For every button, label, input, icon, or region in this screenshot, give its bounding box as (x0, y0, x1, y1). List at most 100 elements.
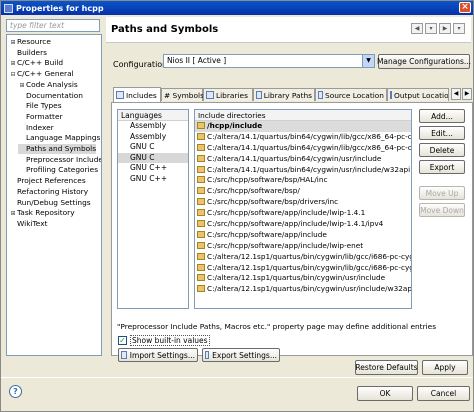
tree-item[interactable]: ⊞C/C++ Build (9, 58, 63, 68)
tree-item[interactable]: Run/Debug Settings (9, 198, 91, 208)
tree-item[interactable]: ⊞Resource (9, 37, 51, 48)
language-item[interactable]: GNU C++ (118, 174, 188, 185)
include-dir-path: C:/src/hcpp/software/app/include/lwip-1.… (207, 208, 366, 218)
include-dir-row[interactable]: C:/altera/14.1/quartus/bin64/cygwin/usr/… (195, 165, 411, 176)
tree-item-label: Language Mappings (26, 133, 101, 143)
show-builtin-checkbox[interactable]: ✓ Show built-in values (118, 335, 210, 346)
include-dir-row[interactable]: C:/src/hcpp/software/bsp/drivers/inc (195, 197, 411, 208)
tree-item[interactable]: File Types (18, 101, 62, 111)
tab-libraries[interactable]: Libraries (203, 88, 253, 101)
back-arrow-icon[interactable]: ◀ (411, 23, 423, 34)
include-dir-path: C:/altera/12.1sp1/quartus/bin/cygwin/lib… (207, 262, 412, 272)
ok-button[interactable]: OK (357, 386, 413, 401)
back-dropdown-icon[interactable]: ▾ (425, 23, 437, 34)
properties-dialog: Properties for hcpp × type filter text ⊞… (0, 0, 474, 412)
language-item[interactable]: Assembly (118, 121, 188, 132)
include-dir-row[interactable]: C:/altera/14.1/quartus/bin64/cygwin/usr/… (195, 154, 411, 165)
library-paths-icon (256, 91, 262, 99)
languages-list[interactable]: Languages Assembly Assembly GNU C GNU C GNU … (117, 109, 189, 309)
include-dir-row[interactable]: C:/altera/12.1sp1/quartus/bin/cygwin/usr… (195, 273, 411, 284)
tree-item-label: C/C++ Build (17, 58, 64, 68)
tree-item[interactable]: Project References (9, 176, 86, 186)
tree-item[interactable]: Indexer (18, 123, 54, 133)
include-dir-row[interactable]: C:/src/hcpp/software/app/include/lwip-1.… (195, 208, 411, 219)
include-dir-row[interactable]: /hcpp/include (195, 121, 411, 132)
include-dir-row[interactable]: C:/altera/12.1sp1/quartus/bin/cygwin/usr… (195, 284, 411, 295)
expand-icon[interactable]: ⊞ (9, 59, 17, 69)
include-dir-row[interactable]: C:/altera/12.1sp1/quartus/bin/cygwin/lib… (195, 263, 411, 274)
include-dir-row[interactable]: C:/altera/14.1/quartus/bin64/cygwin/lib/… (195, 132, 411, 143)
delete-button[interactable]: Delete (419, 143, 465, 157)
tree-item[interactable]: WikiText (9, 219, 47, 229)
page-title: Paths and Symbols (111, 24, 219, 35)
close-icon[interactable]: × (459, 2, 471, 13)
help-icon[interactable]: ? (9, 385, 22, 398)
include-dir-row[interactable]: C:/altera/12.1sp1/quartus/bin/cygwin/lib… (195, 252, 411, 263)
tree-item[interactable]: Builders (9, 48, 47, 58)
restore-defaults-button[interactable]: Restore Defaults (355, 360, 418, 375)
tab-scroll-left-icon[interactable]: ◀ (451, 88, 461, 100)
language-item[interactable]: Assembly (118, 132, 188, 143)
expand-icon[interactable]: ⊞ (9, 209, 17, 219)
configuration-select[interactable]: Nios II [ Active ] ▼ (163, 54, 375, 68)
language-item[interactable]: GNU C (118, 152, 188, 164)
tree-item-label: Formatter (26, 111, 63, 121)
tree-item[interactable]: Formatter (18, 112, 63, 122)
footer-separator (1, 377, 473, 378)
configuration-value: Nios II [ Active ] (167, 56, 227, 65)
tab-scroll-right-icon[interactable]: ▶ (462, 88, 472, 100)
property-tree: ⊞Resource Builders ⊞C/C++ Build ⊟C/C++ Gene… (6, 34, 102, 356)
include-dir-row[interactable]: C:/src/hcpp/software/app/include (195, 230, 411, 241)
tree-item-label: Project References (17, 176, 86, 186)
include-dir-row[interactable]: C:/src/hcpp/software/app/include/lwip-1.… (195, 219, 411, 230)
include-dir-row[interactable]: C:/src/hcpp/software/bsp/HAL/inc (195, 175, 411, 186)
include-directories-list[interactable]: Include directories /hcpp/include C:/alte… (194, 109, 412, 309)
includes-panel: Languages Assembly Assembly GNU C GNU C GNU … (111, 102, 473, 362)
manage-configurations-button[interactable]: Manage Configurations... (377, 54, 471, 69)
forward-arrow-icon[interactable]: ▶ (439, 23, 451, 34)
tree-item[interactable]: ⊟C/C++ General (9, 69, 73, 80)
folder-icon (197, 209, 205, 217)
include-dir-path: C:/src/hcpp/software/bsp/ (207, 186, 300, 196)
include-dir-row[interactable]: C:/src/hcpp/software/app/include/lwip-en… (195, 241, 411, 252)
tree-item-label: Code Analysis (26, 79, 78, 89)
collapse-icon[interactable]: ⊟ (9, 70, 17, 80)
tab-library-paths[interactable]: Library Paths (253, 88, 315, 101)
language-item[interactable]: GNU C (118, 142, 188, 153)
tree-item[interactable]: Refactoring History (9, 187, 88, 197)
configuration-label: Configuration: (113, 60, 170, 69)
tree-item-label: Paths and Symbols (26, 144, 97, 153)
move-down-button[interactable]: Move Down (419, 203, 465, 217)
include-dir-path: C:/src/hcpp/software/bsp/drivers/inc (207, 197, 339, 207)
folder-icon (197, 252, 205, 260)
output-location-icon (390, 91, 392, 99)
filter-input[interactable]: type filter text (6, 19, 100, 32)
export-button[interactable]: Export (419, 160, 465, 174)
cancel-button[interactable]: Cancel (417, 386, 470, 401)
edit-button[interactable]: Edit... (419, 126, 465, 140)
expand-icon[interactable]: ⊞ (9, 38, 17, 48)
apply-button[interactable]: Apply (422, 360, 468, 375)
tree-item[interactable]: ⊞Task Repository (9, 208, 74, 219)
tree-item[interactable]: ⊞Code Analysis (18, 79, 78, 91)
language-item[interactable]: GNU C++ (118, 163, 188, 174)
include-dir-path: C:/altera/14.1/quartus/bin64/cygwin/usr/… (207, 153, 382, 163)
menu-dropdown-icon[interactable]: ▾ (453, 23, 465, 34)
add-button[interactable]: Add... (419, 109, 465, 123)
title-bar[interactable]: Properties for hcpp × (1, 1, 473, 15)
tab-symbols[interactable]: # Symbols (161, 88, 204, 101)
move-up-button[interactable]: Move Up (419, 186, 465, 200)
chevron-down-icon[interactable]: ▼ (362, 55, 374, 67)
include-dir-row[interactable]: C:/src/hcpp/software/bsp/ (195, 186, 411, 197)
include-dir-row[interactable]: C:/altera/14.1/quartus/bin64/cygwin/lib/… (195, 143, 411, 154)
tab-output-location[interactable]: Output Location (387, 88, 449, 101)
tree-item[interactable]: Preprocessor Include (18, 155, 101, 165)
tree-item[interactable]: Paths and Symbols (18, 144, 97, 154)
tree-item-label: Resource (17, 37, 51, 46)
tab-includes[interactable]: Includes (113, 87, 161, 102)
tree-item[interactable]: Language Mappings (18, 133, 100, 143)
expand-icon[interactable]: ⊞ (18, 81, 26, 91)
tree-item[interactable]: Profiling Categories (18, 165, 98, 175)
tree-item[interactable]: Documentation (18, 91, 83, 101)
tab-source-location[interactable]: Source Location (315, 88, 387, 101)
